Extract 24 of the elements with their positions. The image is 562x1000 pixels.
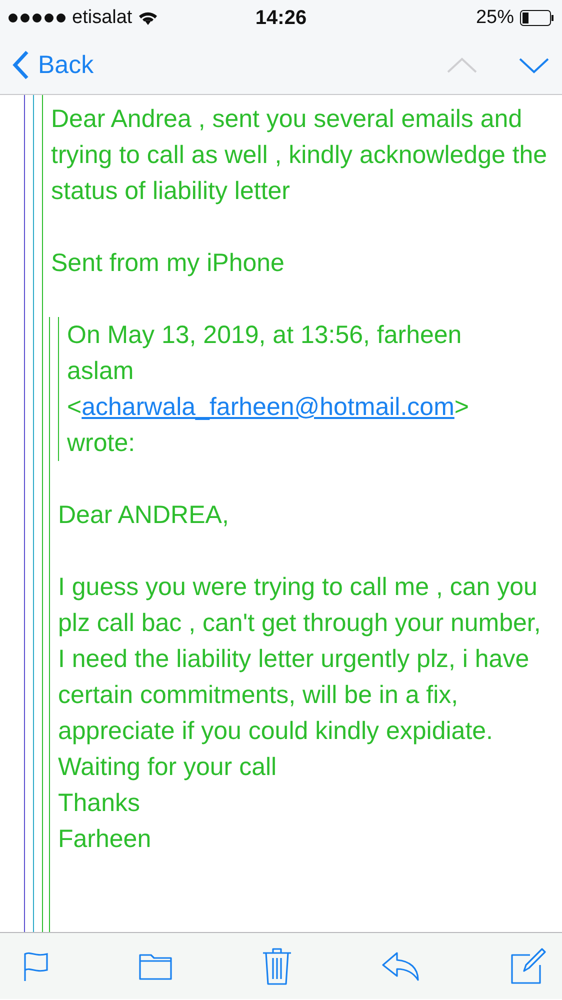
message-paragraph: Sent from my iPhone bbox=[51, 248, 286, 279]
message-paragraph: Dear Andrea , sent you several emails and trying to call as well , kindly acknowledge the status of liability letter bbox=[51, 104, 548, 207]
chevron-down-icon[interactable] bbox=[518, 56, 550, 74]
flag-icon[interactable] bbox=[22, 950, 50, 982]
battery-percent: 25% bbox=[476, 7, 514, 29]
quoted-greeting: Dear ANDREA, bbox=[58, 500, 230, 531]
clock-time: 14:26 bbox=[255, 6, 307, 30]
reply-icon[interactable] bbox=[381, 951, 421, 981]
quote-header: On May 13, 2019, at 13:56, farheen aslam <acharwala_farheen@hotmail.com> wrote: bbox=[67, 320, 470, 459]
quoted-line: I need the liability letter urgently plz, i have certain commitments, will be in a fix, appreciate if you could kindly expidiate. bbox=[58, 644, 530, 747]
chevron-left-icon bbox=[12, 50, 30, 80]
wifi-icon bbox=[138, 10, 158, 26]
battery-icon bbox=[520, 10, 554, 26]
trash-icon[interactable] bbox=[262, 947, 292, 985]
quoted-line: Waiting for your call bbox=[58, 752, 278, 783]
back-button[interactable]: Back bbox=[12, 50, 94, 80]
quoted-line: Farheen bbox=[58, 824, 152, 855]
folder-icon[interactable] bbox=[139, 952, 173, 980]
carrier-name: etisalat bbox=[72, 7, 132, 29]
quoted-line: Thanks bbox=[58, 788, 141, 819]
quoted-line: I guess you were trying to call me , can you plz call bac , can't get through your number, bbox=[58, 572, 542, 639]
email-link[interactable]: acharwala_farheen@hotmail.com bbox=[82, 393, 454, 421]
signal-icon bbox=[8, 13, 66, 23]
compose-icon[interactable] bbox=[510, 948, 546, 984]
